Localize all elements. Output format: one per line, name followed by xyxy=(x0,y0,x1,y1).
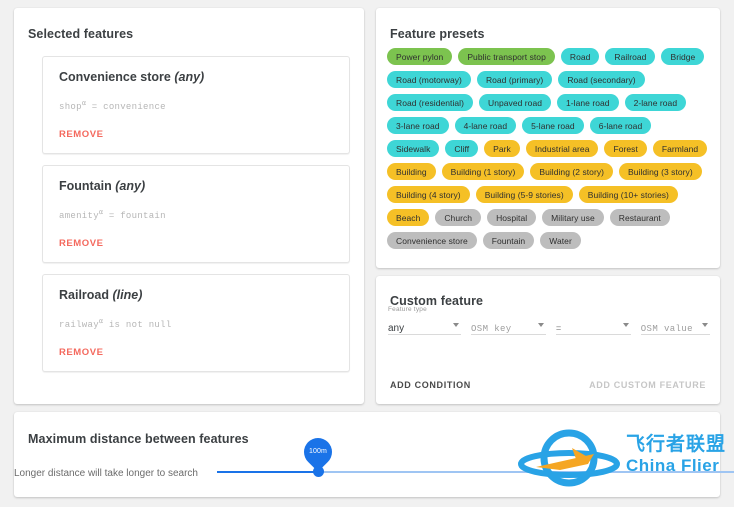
feature-presets-title: Feature presets xyxy=(390,27,485,41)
feature-preset-chip[interactable]: Industrial area xyxy=(525,140,599,157)
condition-rest: is not null xyxy=(103,320,172,330)
add-custom-feature-button[interactable]: ADD CUSTOM FEATURE xyxy=(589,380,706,390)
chevron-down-icon xyxy=(622,323,629,327)
feature-preset-chip[interactable]: Building (3 story) xyxy=(619,163,702,180)
chevron-down-icon xyxy=(702,323,708,327)
feature-preset-chip[interactable]: Military use xyxy=(542,209,604,226)
chevron-down-icon xyxy=(537,323,544,327)
feature-preset-chip[interactable]: Unpaved road xyxy=(479,94,551,111)
feature-preset-chip[interactable]: Water xyxy=(540,232,581,249)
remove-feature-button[interactable]: REMOVE xyxy=(59,129,103,140)
operator-select[interactable]: = xyxy=(555,318,631,335)
feature-card-geometry: (line) xyxy=(112,288,143,302)
feature-preset-chip[interactable]: 5-lane road xyxy=(522,117,584,134)
feature-card-name: Convenience store xyxy=(59,70,171,84)
condition-key: railway xyxy=(59,320,99,330)
feature-preset-chip[interactable]: Road xyxy=(560,48,600,65)
feature-preset-chip[interactable]: 3-lane road xyxy=(387,117,449,134)
feature-preset-chip[interactable]: Farmland xyxy=(652,140,708,157)
feature-preset-chip[interactable]: Power pylon xyxy=(387,48,453,65)
condition-rest: = convenience xyxy=(86,102,166,112)
feature-preset-chip[interactable]: Building (5-9 stories) xyxy=(475,186,573,203)
chevron-down-icon xyxy=(453,323,459,327)
feature-type-select[interactable]: Feature type any xyxy=(388,306,461,335)
condition-key: shop xyxy=(59,102,82,112)
selected-feature-card: Fountain (any) amenity⍺ = fountain REMOV… xyxy=(42,165,350,263)
feature-card-title: Railroad (line) xyxy=(59,288,142,302)
add-condition-button[interactable]: ADD CONDITION xyxy=(390,380,471,390)
feature-preset-chip[interactable]: Beach xyxy=(387,209,430,226)
distance-slider[interactable]: 100m xyxy=(217,432,734,477)
feature-preset-chip[interactable]: Fountain xyxy=(482,232,535,249)
feature-preset-chip[interactable]: Building (2 story) xyxy=(530,163,614,180)
remove-feature-button[interactable]: REMOVE xyxy=(59,347,103,358)
feature-type-label: Feature type xyxy=(388,306,427,313)
slider-thumb[interactable] xyxy=(313,466,324,477)
feature-card-title: Convenience store (any) xyxy=(59,70,204,84)
feature-preset-chip-list: Power pylon Public transport stop Road Rail… xyxy=(384,48,712,255)
feature-preset-chip[interactable]: Road (motorway) xyxy=(387,71,471,88)
osm-key-select[interactable]: OSM key xyxy=(471,318,546,335)
feature-preset-chip[interactable]: Convenience store xyxy=(387,232,477,249)
distance-title: Maximum distance between features xyxy=(28,432,249,446)
osm-key-value: OSM key xyxy=(471,324,512,334)
selected-features-panel: Selected features Convenience store (any… xyxy=(14,8,364,404)
feature-preset-chip[interactable]: 4-lane road xyxy=(454,117,517,134)
feature-preset-chip[interactable]: Church xyxy=(435,209,482,226)
condition-key: amenity xyxy=(59,211,99,221)
feature-preset-chip[interactable]: Railroad xyxy=(605,48,656,65)
selected-feature-card: Railroad (line) railway⍺ is not null REM… xyxy=(42,274,350,372)
feature-preset-chip[interactable]: Building (10+ stories) xyxy=(578,186,678,203)
selected-feature-card: Convenience store (any) shop⍺ = convenie… xyxy=(42,56,350,154)
custom-feature-panel: Custom feature Feature type any OSM key … xyxy=(376,276,720,404)
distance-hint: Longer distance will take longer to sear… xyxy=(14,468,198,479)
feature-preset-chip[interactable]: Building (4 story) xyxy=(387,186,470,203)
operator-value: = xyxy=(555,324,562,334)
osm-value-value: OSM value xyxy=(640,324,693,334)
feature-card-condition: railway⍺ is not null xyxy=(59,317,172,330)
feature-card-condition: amenity⍺ = fountain xyxy=(59,208,166,221)
feature-preset-chip[interactable]: Park xyxy=(484,140,520,157)
feature-card-geometry: (any) xyxy=(115,179,146,193)
feature-card-name: Fountain xyxy=(59,179,112,193)
feature-preset-chip[interactable]: Bridge xyxy=(661,48,705,65)
feature-preset-chip[interactable]: 1-lane road xyxy=(557,94,619,111)
feature-preset-chip[interactable]: Forest xyxy=(604,140,647,157)
slider-track-filled xyxy=(217,471,320,473)
feature-card-name: Railroad xyxy=(59,288,110,302)
feature-preset-chip[interactable]: Road (residential) xyxy=(387,94,473,111)
custom-feature-condition-row: Feature type any OSM key = OSM value xyxy=(388,306,710,335)
feature-type-value: any xyxy=(388,323,405,334)
feature-preset-chip[interactable]: Restaurant xyxy=(609,209,670,226)
feature-preset-chip[interactable]: Public transport stop xyxy=(458,48,555,65)
osm-value-select[interactable]: OSM value xyxy=(640,318,710,335)
remove-feature-button[interactable]: REMOVE xyxy=(59,238,103,249)
feature-card-title: Fountain (any) xyxy=(59,179,145,193)
condition-rest: = fountain xyxy=(103,211,166,221)
feature-preset-chip[interactable]: 6-lane road xyxy=(589,117,652,134)
feature-preset-chip[interactable]: Cliff xyxy=(445,140,479,157)
feature-preset-chip[interactable]: 2-lane road xyxy=(624,94,687,111)
feature-preset-chip[interactable]: Hospital xyxy=(487,209,537,226)
feature-presets-panel: Feature presets Power pylon Public transp… xyxy=(376,8,720,268)
feature-preset-chip[interactable]: Road (primary) xyxy=(476,71,553,88)
selected-features-title: Selected features xyxy=(28,27,134,41)
distance-panel: Maximum distance between features xyxy=(14,412,720,497)
slider-value-label: 100m xyxy=(309,448,327,455)
slider-track-remaining xyxy=(320,471,734,473)
feature-preset-chip[interactable]: Building (1 story) xyxy=(441,163,525,180)
feature-preset-chip[interactable]: Road (secondary) xyxy=(558,71,645,88)
feature-card-condition: shop⍺ = convenience xyxy=(59,99,166,112)
feature-card-geometry: (any) xyxy=(174,70,205,84)
feature-preset-chip[interactable]: Building xyxy=(387,163,436,180)
feature-preset-chip[interactable]: Sidewalk xyxy=(387,140,440,157)
